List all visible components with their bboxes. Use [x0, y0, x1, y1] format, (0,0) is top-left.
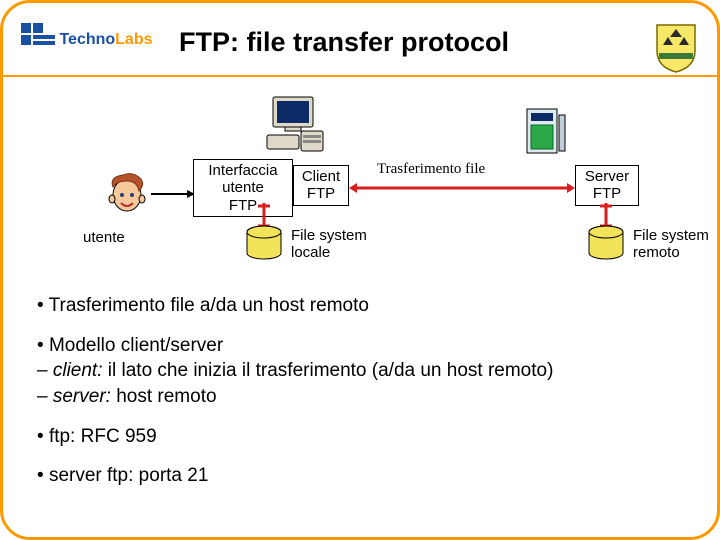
- box-client: ClientFTP: [293, 165, 349, 206]
- slide: TechnoLabs FTP: file transfer protocol u…: [0, 0, 720, 540]
- bullet-2b: server: host remoto: [37, 384, 683, 410]
- bullet-2a-prefix: client:: [53, 360, 103, 381]
- bullet-4-text: server ftp: porta 21: [49, 465, 208, 486]
- page-title: FTP: file transfer protocol: [179, 27, 509, 58]
- bullet-2b-prefix: server:: [53, 386, 111, 407]
- bullet-2b-rest: host remoto: [111, 386, 217, 407]
- cylinder-local-icon: [245, 225, 283, 261]
- crest-icon: [655, 23, 697, 73]
- bullet-2-text: Modello client/server: [49, 335, 223, 356]
- box-client-text: ClientFTP: [302, 168, 340, 202]
- header: TechnoLabs FTP: file transfer protocol: [3, 21, 717, 77]
- logo-mark-icon: [21, 23, 55, 57]
- box-server-text: ServerFTP: [585, 168, 629, 202]
- logo-text-part1: Techno: [59, 31, 115, 48]
- server-tower-icon: [523, 105, 567, 155]
- box-server: ServerFTP: [575, 165, 639, 206]
- bullet-list: Trasferimento file a/da un host remoto M…: [37, 293, 683, 503]
- fs-local-label: File systemlocale: [291, 227, 367, 262]
- bullet-1: Trasferimento file a/da un host remoto: [37, 293, 683, 319]
- bullet-2a: client: il lato che inizia il trasferime…: [37, 358, 683, 384]
- bullet-1-text: Trasferimento file a/da un host remoto: [49, 295, 369, 316]
- transfer-label: Trasferimento file: [377, 161, 485, 178]
- bullet-2a-rest: il lato che inizia il trasferimento (a/d…: [103, 360, 554, 381]
- diagram: utente InterfacciautenteFTP ClientFTP: [3, 99, 717, 279]
- user-face-icon: [103, 169, 151, 217]
- bullet-4: server ftp: porta 21: [37, 463, 683, 489]
- bullet-3: ftp: RFC 959: [37, 424, 683, 450]
- bullet-3-text: ftp: RFC 959: [49, 426, 157, 447]
- logo-text-part2: Labs: [115, 31, 152, 48]
- fs-remote-label: File systemremoto: [633, 227, 709, 262]
- transfer-line-icon: [349, 181, 575, 195]
- computer-icon: [263, 95, 327, 153]
- cylinder-remote-icon: [587, 225, 625, 261]
- user-label: utente: [83, 229, 125, 246]
- arrow-user-to-interface-icon: [151, 189, 195, 199]
- box-interface: InterfacciautenteFTP: [193, 159, 293, 217]
- logo: TechnoLabs: [21, 23, 161, 65]
- bullet-2: Modello client/server client: il lato ch…: [37, 333, 683, 410]
